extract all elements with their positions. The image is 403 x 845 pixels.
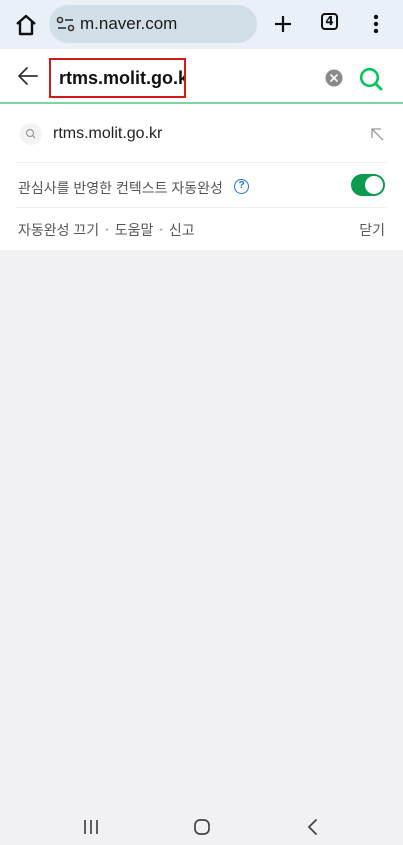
- divider: [16, 162, 387, 163]
- address-url: m.naver.com: [80, 14, 178, 33]
- help-icon[interactable]: ?: [234, 179, 249, 194]
- back-arrow-icon[interactable]: [16, 65, 40, 87]
- toggle-knob: [365, 176, 383, 194]
- footer-links: 자동완성 끄기 • 도움말 • 신고: [18, 220, 195, 240]
- suggestion-text: rtms.molit.go.kr: [53, 125, 163, 142]
- turn-off-autocomplete-link[interactable]: 자동완성 끄기: [18, 222, 99, 238]
- more-vert-icon[interactable]: [366, 12, 386, 36]
- autocomplete-panel: rtms.molit.go.kr 관심사를 반영한 컨텍스트 자동완성 ? 자동…: [0, 104, 403, 250]
- suggestion-item[interactable]: rtms.molit.go.kr: [0, 112, 403, 156]
- address-bar[interactable]: m.naver.com: [49, 5, 257, 43]
- browser-toolbar: m.naver.com 4: [0, 0, 403, 49]
- autocomplete-footer: 자동완성 끄기 • 도움말 • 신고 닫기: [0, 210, 403, 248]
- separator-dot: •: [105, 225, 109, 236]
- home-icon[interactable]: [12, 11, 40, 39]
- back-nav-icon[interactable]: [306, 819, 320, 835]
- system-nav-bar: [0, 805, 403, 845]
- recents-icon[interactable]: [82, 819, 100, 835]
- separator-dot: •: [159, 225, 163, 236]
- context-autocomplete-label: 관심사를 반영한 컨텍스트 자동완성: [18, 180, 223, 196]
- search-header: rtms.molit.go.kr: [0, 49, 403, 104]
- search-icon[interactable]: [358, 66, 384, 92]
- search-input[interactable]: rtms.molit.go.kr: [49, 58, 186, 98]
- context-autocomplete-setting: 관심사를 반영한 컨텍스트 자동완성 ?: [0, 166, 403, 208]
- home-button-icon[interactable]: [193, 819, 211, 835]
- close-link[interactable]: 닫기: [359, 220, 385, 240]
- tune-icon[interactable]: [56, 16, 76, 32]
- report-link[interactable]: 신고: [169, 222, 195, 238]
- context-autocomplete-toggle[interactable]: [351, 174, 385, 196]
- search-icon: [20, 123, 42, 145]
- fill-query-arrow-icon[interactable]: [369, 126, 385, 142]
- plus-icon[interactable]: [270, 11, 296, 37]
- tab-switcher-button[interactable]: 4: [321, 13, 338, 30]
- clear-icon[interactable]: [325, 69, 343, 87]
- help-link[interactable]: 도움말: [115, 222, 154, 238]
- divider: [16, 207, 387, 208]
